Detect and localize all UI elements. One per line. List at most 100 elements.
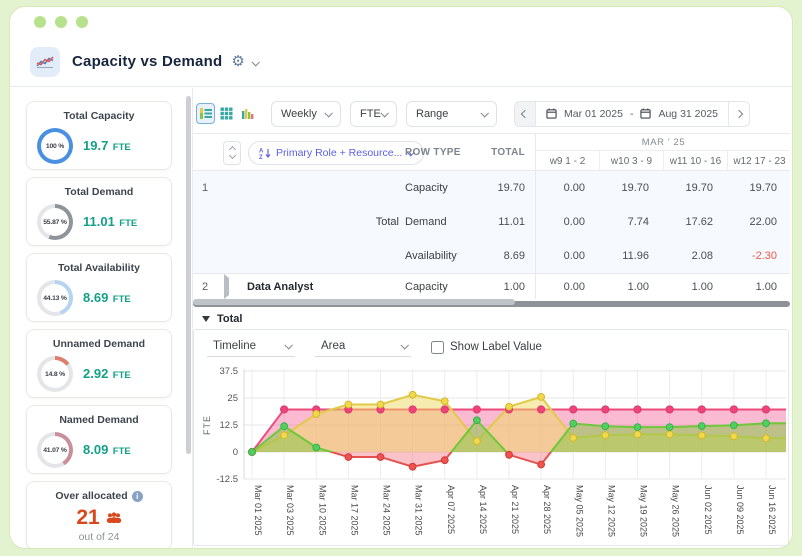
week-header[interactable]: w10 3 - 9	[599, 151, 663, 171]
x-axis-label: Mar 17 2025	[349, 485, 359, 536]
metric-select[interactable]: FTE	[350, 100, 397, 127]
summary-card-unnamed-demand: Unnamed Demand 14.8 % 2.92 FTE	[26, 329, 172, 398]
chevron-down-icon[interactable]	[251, 53, 260, 71]
demand-point	[344, 400, 353, 409]
main-panel: Weekly FTE Range Mar 01 2025 - Aug 31 20…	[192, 88, 790, 548]
chart-type-select[interactable]: Timeline	[207, 338, 295, 357]
capacity-point	[408, 405, 417, 414]
card-unit: FTE	[112, 446, 131, 457]
content-area: Total Capacity 100 % 19.7 FTE Total Dema…	[10, 88, 792, 548]
capacity-point	[729, 405, 738, 414]
table-row[interactable]: Total Demand 11.01 0.00 7.74 17.62 22.00	[193, 205, 790, 239]
scrollbar-thumb[interactable]	[193, 299, 516, 305]
table-row[interactable]: 1 Capacity 19.70 0.00 19.70 19.70 19.70	[193, 171, 790, 205]
window-dot[interactable]	[34, 16, 46, 28]
line-chart-icon	[36, 55, 54, 68]
total-section-header[interactable]: Total	[193, 311, 242, 327]
gear-icon[interactable]: ⚙︎	[231, 54, 244, 69]
chart-panel: Timeline Area Show Label Value 37.5 25 12.…	[193, 329, 789, 546]
row-number: 1	[201, 182, 209, 194]
x-axis-label: Jun 09 2025	[735, 485, 745, 535]
sort-order-button[interactable]	[223, 140, 241, 165]
demand-point	[762, 434, 770, 443]
availability-point	[408, 462, 417, 471]
month-header: MAR ' 25	[535, 134, 790, 151]
svg-text:A: A	[259, 148, 264, 154]
bar-chart-view-button[interactable]	[238, 103, 257, 124]
chevron-right-icon	[734, 109, 744, 118]
date-from-field[interactable]: Mar 01 2025	[564, 108, 623, 120]
group-by-select[interactable]: A Z Primary Role + Resource...	[248, 140, 425, 165]
demand-point	[633, 430, 642, 439]
availability-point	[729, 421, 738, 430]
next-range-button[interactable]	[729, 101, 750, 126]
x-axis-label: Mar 24 2025	[382, 485, 392, 536]
week-header[interactable]: w11 10 - 16	[663, 151, 727, 171]
card-unit: FTE	[112, 370, 131, 381]
toolbar: Weekly FTE Range Mar 01 2025 - Aug 31 20…	[194, 100, 751, 127]
gantt-view-button[interactable]	[196, 103, 215, 124]
x-axis-label: Apr 14 2025	[478, 485, 488, 534]
checkbox[interactable]	[431, 340, 444, 354]
capacity-point	[569, 405, 578, 414]
svg-text:25: 25	[227, 393, 238, 404]
x-axis-label: May 05 2025	[574, 485, 584, 537]
grid-view-button[interactable]	[217, 103, 236, 124]
capacity-table: MAR ' 25 w9 1 - 2 w10 3 - 9 w11 10 - 16 …	[193, 133, 790, 299]
window-dot[interactable]	[55, 16, 67, 28]
svg-text:0: 0	[233, 447, 238, 458]
prev-range-button[interactable]	[515, 102, 535, 126]
availability-point	[762, 419, 770, 428]
horizontal-scrollbar[interactable]	[193, 299, 790, 308]
x-axis-label: Apr 28 2025	[542, 485, 552, 534]
range-select[interactable]: Range	[406, 100, 497, 127]
availability-point	[537, 460, 546, 469]
table-row[interactable]: 2 Data Analyst Capacity 1.00 0.00 1.00 1…	[193, 273, 790, 299]
sort-alpha-icon: A Z	[259, 148, 271, 159]
donut-gauge: 55.87 %	[37, 204, 73, 240]
show-label-value-option[interactable]: Show Label Value	[431, 340, 542, 354]
users-icon	[106, 512, 121, 523]
date-to-field[interactable]: Aug 31 2025	[658, 108, 718, 120]
card-title: Total Capacity	[63, 110, 135, 122]
demand-point	[408, 390, 417, 399]
x-axis-label: May 19 2025	[639, 485, 649, 537]
card-title: Over allocated i	[27, 482, 171, 502]
availability-point	[344, 453, 353, 461]
demand-point	[440, 397, 449, 406]
card-value: 8.69	[83, 290, 109, 305]
group-label: Total	[375, 216, 399, 228]
chevron-down-icon	[380, 108, 389, 118]
week-header[interactable]: w9 1 - 2	[535, 151, 599, 171]
granularity-select[interactable]: Weekly	[271, 100, 341, 127]
demand-point	[601, 431, 610, 440]
availability-point	[440, 456, 449, 465]
sidebar-scrollbar[interactable]	[186, 96, 191, 454]
window-dot[interactable]	[76, 16, 88, 28]
page-title: Capacity vs Demand	[72, 53, 223, 70]
x-axis-label: Apr 07 2025	[446, 485, 456, 534]
gauge-percent: 14.8 %	[45, 370, 65, 378]
capacity-point	[697, 405, 706, 414]
table-row[interactable]: Availability 8.69 0.00 11.96 2.08 -2.30	[193, 239, 790, 273]
gauge-percent: 44.13 %	[43, 294, 67, 302]
info-icon[interactable]: i	[131, 490, 143, 502]
week-header[interactable]: w12 17 - 23	[727, 151, 790, 171]
capacity-point	[537, 405, 546, 414]
chart-style-select[interactable]: Area	[315, 338, 411, 357]
demand-point	[505, 402, 513, 411]
capacity-point	[472, 405, 481, 414]
expand-row-button[interactable]	[217, 273, 239, 299]
row-number: 2	[201, 280, 209, 293]
demand-point	[569, 434, 578, 442]
capacity-point	[280, 405, 289, 414]
card-unit: FTE	[119, 218, 138, 229]
resource-name: Data Analyst	[247, 280, 314, 293]
card-title: Unnamed Demand	[52, 338, 146, 350]
x-axis-label: May 26 2025	[671, 485, 681, 537]
area-chart[interactable]: 37.5 25 12.5 0 -12.5 FTE Mar 01 2025 Mar 03 202…	[198, 359, 790, 543]
demand-point	[729, 432, 738, 441]
card-title: Total Availability	[58, 262, 140, 274]
donut-gauge: 14.8 %	[37, 356, 73, 392]
report-logo	[30, 46, 60, 77]
